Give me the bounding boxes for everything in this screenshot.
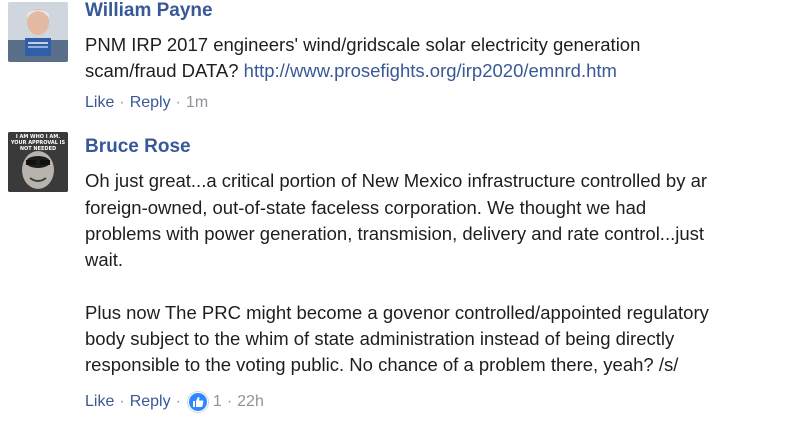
separator-dot: · bbox=[119, 393, 125, 410]
comment-link[interactable]: http://www.prosefights.org/irp2020/emnrd… bbox=[244, 60, 617, 81]
reply-button[interactable]: Reply bbox=[130, 393, 171, 411]
like-button[interactable]: Like bbox=[85, 94, 114, 112]
thumbs-up-icon bbox=[192, 397, 204, 407]
like-button[interactable]: Like bbox=[85, 393, 114, 411]
like-reaction-icon[interactable] bbox=[187, 392, 208, 412]
comment-text-line: wait. bbox=[85, 249, 124, 270]
comment-text-line: body subject to the whim of state admini… bbox=[85, 328, 675, 349]
comment-timestamp[interactable]: 22h bbox=[237, 393, 264, 411]
reply-button[interactable]: Reply bbox=[130, 94, 171, 112]
comment-text-line: foreign-owned, out-of-state faceless cor… bbox=[85, 197, 647, 218]
comment-text-line: PNM IRP 2017 engineers' wind/gridscale s… bbox=[85, 34, 641, 55]
comment-text-line: problems with power generation, transmis… bbox=[85, 223, 705, 244]
comment-actions: Like · Reply · 1 · 22h bbox=[85, 392, 264, 412]
reaction-count[interactable]: 1 bbox=[213, 393, 222, 411]
avatar[interactable] bbox=[8, 2, 68, 62]
comment-william-payne: William Payne PNM IRP 2017 engineers' wi… bbox=[0, 0, 800, 120]
avatar-photo-icon bbox=[8, 2, 68, 62]
comment-text-line: Oh just great...a critical portion of Ne… bbox=[85, 170, 708, 191]
comment-author[interactable]: William Payne bbox=[85, 0, 213, 22]
comment-text-line: Plus now The PRC might become a govenor … bbox=[85, 302, 709, 323]
separator-dot: · bbox=[175, 393, 181, 410]
comment-bruce-rose: I AM WHO I AM. YOUR APPROVAL IS NOT NEED… bbox=[0, 128, 800, 423]
comment-author[interactable]: Bruce Rose bbox=[85, 136, 191, 158]
comment-actions: Like · Reply · 1m bbox=[85, 94, 208, 112]
separator-dot: · bbox=[119, 94, 125, 111]
comment-text-line: responsible to the voting public. No cha… bbox=[85, 354, 679, 375]
comment-text-line: scam/fraud DATA? http://www.prosefights.… bbox=[85, 59, 617, 83]
comment-timestamp[interactable]: 1m bbox=[186, 94, 208, 112]
comment-text-prefix: scam/fraud DATA? bbox=[85, 60, 244, 81]
avatar-caption: I AM WHO I AM. YOUR APPROVAL IS NOT NEED… bbox=[10, 134, 66, 152]
separator-dot: · bbox=[175, 94, 181, 111]
separator-dot: · bbox=[226, 393, 233, 410]
avatar[interactable]: I AM WHO I AM. YOUR APPROVAL IS NOT NEED… bbox=[8, 132, 68, 192]
